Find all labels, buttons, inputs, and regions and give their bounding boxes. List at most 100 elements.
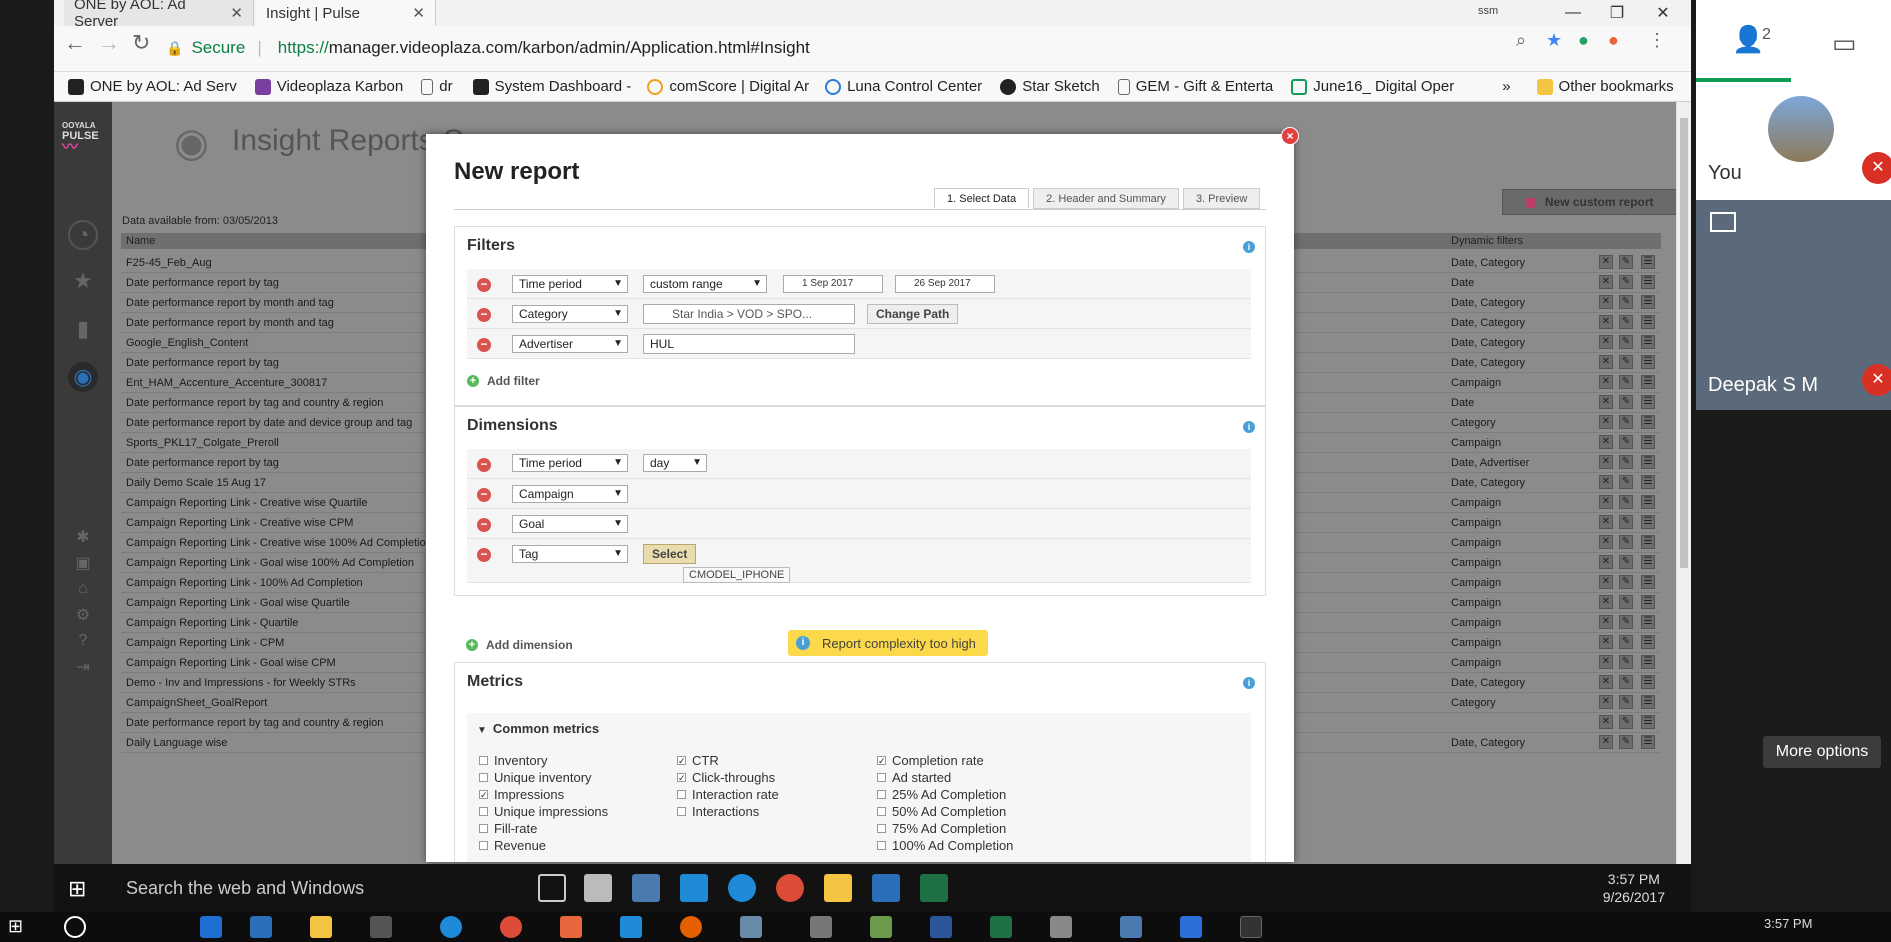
report-name[interactable]: Date performance report by tag — [126, 457, 279, 469]
metric-checkbox[interactable]: ✓ Click-throughs — [677, 770, 775, 785]
report-name[interactable]: Sports_PKL17_Colgate_Preroll — [126, 437, 279, 449]
edit-icon[interactable]: ✎ — [1619, 355, 1633, 369]
eye-icon[interactable]: ◉ — [68, 362, 98, 392]
menu-icon[interactable]: ☰ — [1641, 695, 1655, 709]
participant-deepak[interactable]: Deepak S M ✕ — [1696, 200, 1891, 410]
app-icon[interactable] — [870, 916, 892, 938]
tab-aol[interactable]: ONE by AOL: Ad Server ✕ — [64, 0, 254, 30]
outlook-icon[interactable] — [250, 916, 272, 938]
report-name[interactable]: CampaignSheet_GoalReport — [126, 697, 267, 709]
report-name[interactable]: Campaign Reporting Link - Creative wise … — [126, 517, 353, 529]
add-filter-link[interactable]: + Add filter — [467, 374, 540, 388]
checkbox-unchecked-icon[interactable] — [877, 841, 886, 850]
bookmark-item[interactable]: June16_ Digital Oper — [1291, 78, 1454, 95]
edit-icon[interactable]: ✎ — [1619, 475, 1633, 489]
menu-icon[interactable]: ☰ — [1641, 335, 1655, 349]
edit-icon[interactable]: ✎ — [1619, 735, 1633, 749]
step-select-data[interactable]: 1. Select Data — [934, 188, 1030, 209]
menu-icon[interactable]: ⋮ — [1648, 30, 1666, 51]
report-name[interactable]: Campaign Reporting Link - Goal wise 100%… — [126, 557, 414, 569]
filter-field-select[interactable]: Time period ▼ — [512, 275, 628, 293]
participant-you[interactable]: You ✕ — [1696, 84, 1891, 200]
menu-icon[interactable]: ☰ — [1641, 675, 1655, 689]
delete-icon[interactable]: ✕ — [1599, 275, 1613, 289]
app-icon[interactable] — [1120, 916, 1142, 938]
file-explorer-icon[interactable] — [310, 916, 332, 938]
delete-icon[interactable]: ✕ — [1599, 735, 1613, 749]
menu-icon[interactable]: ☰ — [1641, 315, 1655, 329]
menu-icon[interactable]: ☰ — [1641, 255, 1655, 269]
taskbar-search[interactable]: Search the web and Windows — [126, 864, 364, 912]
delete-icon[interactable]: ✕ — [1599, 655, 1613, 669]
report-name[interactable]: Campaign Reporting Link - Creative wise … — [126, 497, 368, 509]
delete-icon[interactable]: ✕ — [1599, 715, 1613, 729]
delete-icon[interactable]: ✕ — [1599, 535, 1613, 549]
report-name[interactable]: Date performance report by tag and count… — [126, 717, 383, 729]
menu-icon[interactable]: ☰ — [1641, 715, 1655, 729]
bookmark-item[interactable]: GEM - Gift & Enterta — [1117, 78, 1273, 95]
remove-dimension-icon[interactable]: − — [477, 548, 491, 562]
checkbox-unchecked-icon[interactable] — [677, 790, 686, 799]
edit-icon[interactable]: ✎ — [1619, 435, 1633, 449]
metric-checkbox[interactable]: Inventory — [479, 753, 547, 768]
dimension-field-select[interactable]: Tag ▼ — [512, 545, 628, 563]
edit-icon[interactable]: ✎ — [1619, 395, 1633, 409]
report-name[interactable]: Date performance report by tag — [126, 277, 279, 289]
report-name[interactable]: Date performance report by tag — [126, 357, 279, 369]
restore-icon[interactable]: ❐ — [1594, 0, 1640, 26]
step-preview[interactable]: 3. Preview — [1182, 188, 1261, 209]
excel-icon[interactable] — [990, 916, 1012, 938]
app-icon[interactable] — [740, 916, 762, 938]
report-name[interactable]: Date performance report by date and devi… — [126, 417, 412, 429]
checkbox-unchecked-icon[interactable] — [877, 773, 886, 782]
select-tag-button[interactable]: Select — [643, 544, 697, 564]
delete-icon[interactable]: ✕ — [1599, 475, 1613, 489]
tag-chip[interactable]: CMODEL_IPHONE — [683, 567, 791, 583]
taskbar-clock[interactable]: 3:57 PM 9/26/2017 — [1603, 870, 1665, 906]
delete-icon[interactable]: ✕ — [1599, 355, 1613, 369]
windows-start-icon[interactable]: ⊞ — [8, 916, 23, 937]
visual-studio-icon[interactable] — [1180, 916, 1202, 938]
date-from-input[interactable]: 1 Sep 2017 — [783, 275, 883, 293]
delete-icon[interactable]: ✕ — [1599, 695, 1613, 709]
metric-checkbox[interactable]: Ad started — [877, 770, 951, 785]
back-icon[interactable]: ← — [64, 30, 86, 56]
report-name[interactable]: Demo - Inv and Impressions - for Weekly … — [126, 677, 356, 689]
edit-icon[interactable]: ✎ — [1619, 535, 1633, 549]
terminal-icon[interactable] — [1240, 916, 1262, 938]
more-options-button[interactable]: More options — [1763, 736, 1881, 768]
metric-checkbox[interactable]: ✓ Impressions — [479, 787, 564, 802]
delete-icon[interactable]: ✕ — [1599, 415, 1613, 429]
edit-icon[interactable]: ✎ — [1619, 595, 1633, 609]
add-dimension-link[interactable]: + Add dimension — [466, 638, 573, 652]
advertiser-input[interactable]: HUL — [643, 334, 855, 354]
change-path-button[interactable]: Change Path — [867, 304, 959, 324]
edit-icon[interactable]: ✎ — [1619, 715, 1633, 729]
edit-icon[interactable]: ✎ — [1619, 695, 1633, 709]
menu-icon[interactable]: ☰ — [1641, 415, 1655, 429]
edit-icon[interactable]: ✎ — [1619, 635, 1633, 649]
menu-icon[interactable]: ☰ — [1641, 735, 1655, 749]
checkbox-unchecked-icon[interactable] — [877, 790, 886, 799]
delete-icon[interactable]: ✕ — [1599, 255, 1613, 269]
forward-icon[interactable]: → — [98, 30, 120, 56]
checkbox-unchecked-icon[interactable] — [479, 807, 488, 816]
tab-insight-pulse[interactable]: Insight | Pulse ✕ — [256, 0, 436, 26]
edge-icon[interactable] — [200, 916, 222, 938]
metric-checkbox[interactable]: Unique impressions — [479, 804, 608, 819]
dimension-field-select[interactable]: Goal ▼ — [512, 515, 628, 533]
chrome-icon[interactable] — [500, 916, 522, 938]
edit-icon[interactable]: ✎ — [1619, 675, 1633, 689]
checkbox-unchecked-icon[interactable] — [479, 824, 488, 833]
filter-op-select[interactable]: custom range ▼ — [643, 275, 767, 293]
category-path-input[interactable]: Star India > VOD > SPO... — [643, 304, 855, 324]
edit-icon[interactable]: ✎ — [1619, 275, 1633, 289]
report-name[interactable]: Google_English_Content — [126, 337, 248, 349]
remove-dimension-icon[interactable]: − — [477, 458, 491, 472]
checkbox-checked-icon[interactable]: ✓ — [479, 790, 488, 800]
metric-checkbox[interactable]: Revenue — [479, 838, 546, 853]
close-icon[interactable]: ✕ — [412, 4, 425, 22]
report-name[interactable]: Date performance report by month and tag — [126, 317, 334, 329]
bookmark-item[interactable]: ONE by AOL: Ad Serv — [68, 78, 237, 95]
delete-icon[interactable]: ✕ — [1599, 315, 1613, 329]
